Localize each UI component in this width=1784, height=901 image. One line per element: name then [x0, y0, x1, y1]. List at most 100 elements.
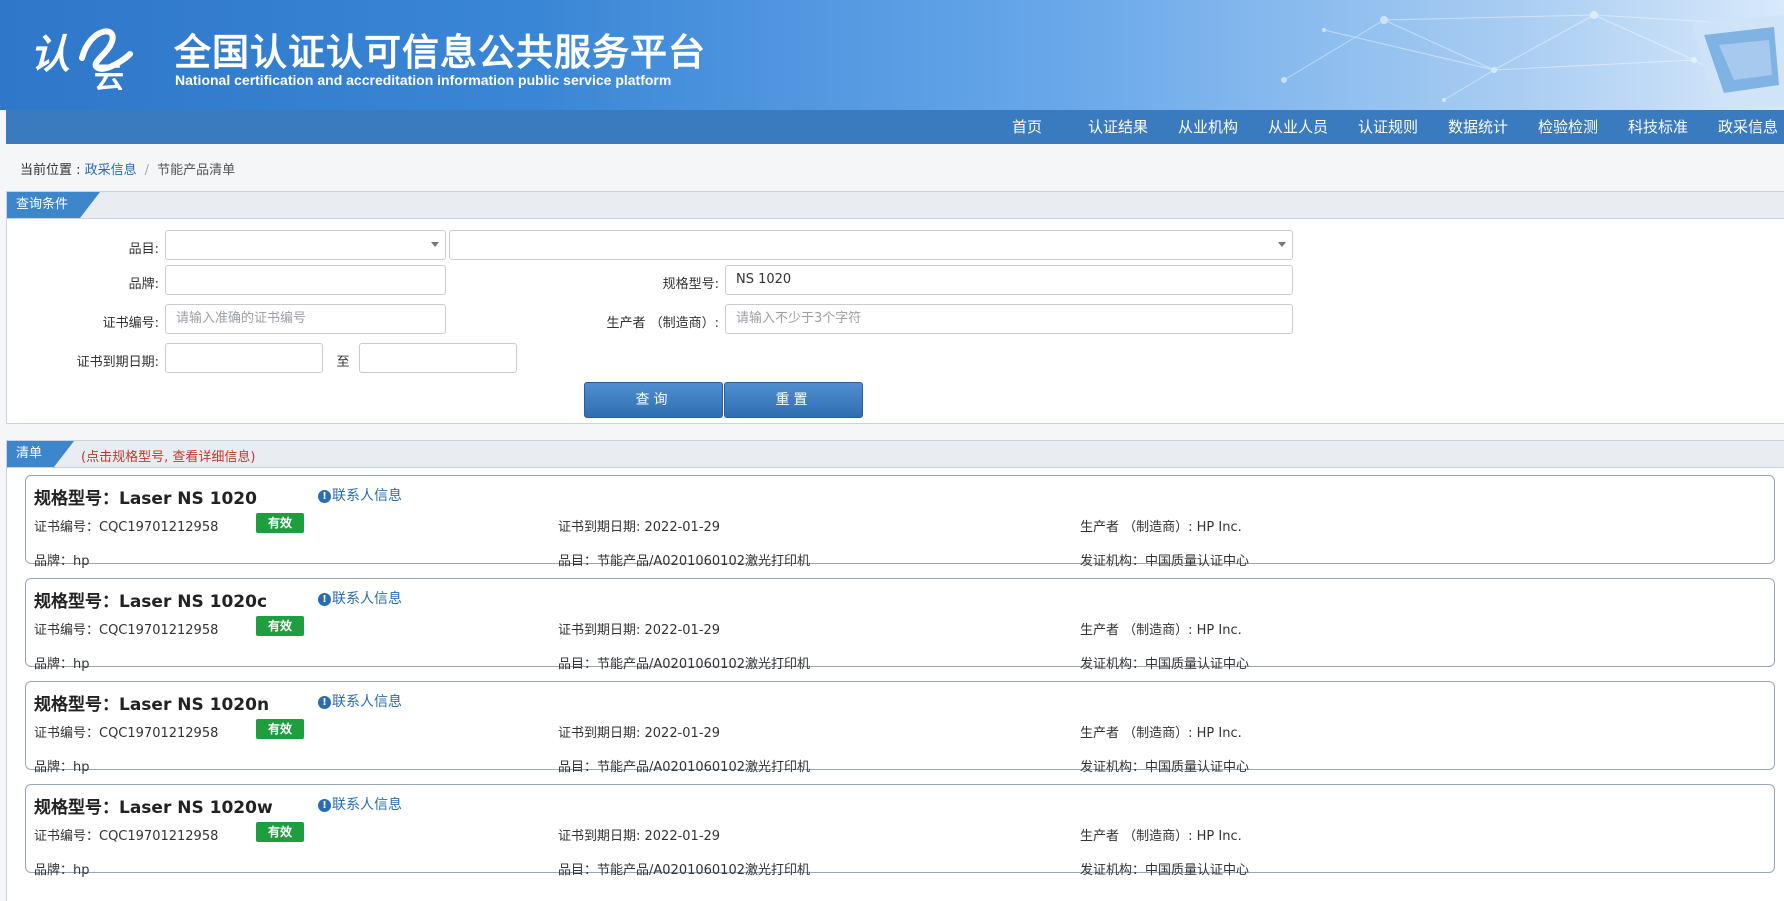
category: 品目：节能产品/A0201060102激光打印机 [558, 863, 810, 878]
search-button[interactable]: 查询 [584, 382, 723, 418]
tab-results[interactable]: 清单 [7, 441, 75, 467]
results-panel-header: 清单 (点击规格型号, 查看详细信息) [7, 441, 1784, 468]
expiry-to-input[interactable] [359, 343, 517, 373]
nav-item-institutions[interactable]: 从业机构 [1178, 110, 1238, 144]
expiry-date: 证书到期日期: 2022-01-29 [558, 520, 721, 535]
nav-item-cert-results[interactable]: 认证结果 [1088, 110, 1148, 144]
cert-no: 证书编号：CQC19701212958 [34, 520, 219, 535]
cert-no: 证书编号：CQC19701212958 [34, 623, 219, 638]
results-panel: 清单 (点击规格型号, 查看详细信息) 规格型号：Laser NS 1020 !… [6, 440, 1784, 901]
cert-no: 证书编号：CQC19701212958 [34, 829, 219, 844]
model-label: 规格型号: [662, 277, 719, 292]
expiry-date: 证书到期日期: 2022-01-29 [558, 829, 721, 844]
category: 品目：节能产品/A0201060102激光打印机 [558, 554, 810, 569]
model-title[interactable]: 规格型号：Laser NS 1020w [34, 793, 273, 818]
nav-item-cert-rules[interactable]: 认证规则 [1358, 110, 1418, 144]
expiry-label: 证书到期日期: [76, 355, 159, 370]
model-prefix: 规格型号： [34, 695, 119, 715]
svg-text:认: 认 [30, 32, 70, 78]
expiry-to-label: 至 [336, 355, 350, 370]
breadcrumb-current: 节能产品清单 [157, 163, 236, 178]
brand-input[interactable] [165, 265, 446, 295]
contact-info-link[interactable]: ! 联系人信息 [318, 588, 402, 608]
breadcrumb-link[interactable]: 政采信息 [85, 163, 137, 178]
svg-text:云: 云 [94, 61, 124, 90]
nav-item-procurement[interactable]: 政采信息 [1718, 110, 1778, 144]
maker: 生产者 （制造商）: HP Inc. [1080, 726, 1242, 741]
brand: 品牌：hp [34, 554, 90, 569]
model-value: Laser NS 1020w [119, 798, 273, 818]
category-label: 品目: [128, 242, 159, 257]
model-value: Laser NS 1020 [119, 489, 257, 509]
chevron-down-icon [1278, 242, 1286, 247]
list-item: 规格型号：Laser NS 1020n ! 联系人信息 证书编号：CQC19701… [25, 681, 1775, 775]
list-item: 规格型号：Laser NS 1020 ! 联系人信息 证书编号：CQC197012… [25, 475, 1775, 569]
maker: 生产者 （制造商）: HP Inc. [1080, 829, 1242, 844]
brand: 品牌：hp [34, 760, 90, 775]
model-prefix: 规格型号： [34, 798, 119, 818]
contact-info-label: 联系人信息 [332, 797, 402, 813]
model-prefix: 规格型号： [34, 592, 119, 612]
model-title[interactable]: 规格型号：Laser NS 1020 [34, 484, 257, 509]
status-badge: 有效 [256, 513, 304, 533]
cert-no: 证书编号：CQC19701212958 [34, 726, 219, 741]
brand: 品牌：hp [34, 657, 90, 672]
site-logo-icon: 认 云 [30, 28, 133, 90]
maker: 生产者 （制造商）: HP Inc. [1080, 520, 1242, 535]
expiry-date: 证书到期日期: 2022-01-29 [558, 623, 721, 638]
query-panel-header: 查询条件 [7, 192, 1784, 219]
model-title[interactable]: 规格型号：Laser NS 1020n [34, 690, 269, 715]
model-input[interactable]: NS 1020 [725, 265, 1293, 295]
breadcrumb: 当前位置 : 政采信息 / 节能产品清单 [20, 159, 235, 178]
nav-item-inspection[interactable]: 检验检测 [1538, 110, 1598, 144]
results-note: (点击规格型号, 查看详细信息) [81, 450, 256, 465]
brand: 品牌：hp [34, 863, 90, 878]
model-value: Laser NS 1020n [119, 695, 270, 715]
expiry-from-input[interactable] [165, 343, 323, 373]
model-value: Laser NS 1020c [119, 592, 268, 612]
maker-input[interactable]: 请输入不少于3个字符 [725, 304, 1293, 334]
status-badge: 有效 [256, 719, 304, 739]
contact-info-label: 联系人信息 [332, 694, 402, 710]
issuer: 发证机构：中国质量认证中心 [1080, 657, 1250, 672]
contact-info-link[interactable]: ! 联系人信息 [318, 485, 402, 505]
breadcrumb-prefix: 当前位置 : [20, 163, 81, 178]
site-subtitle: National certification and accreditation… [175, 72, 672, 88]
contact-info-link[interactable]: ! 联系人信息 [318, 691, 402, 711]
nav-item-home[interactable]: 首页 [1012, 110, 1042, 144]
info-icon: ! [318, 799, 331, 812]
subcategory-select[interactable] [449, 230, 1293, 260]
category-select[interactable] [165, 230, 446, 260]
info-icon: ! [318, 490, 331, 503]
breadcrumb-separator: / [144, 163, 150, 178]
list-item: 规格型号：Laser NS 1020w ! 联系人信息 证书编号：CQC19701… [25, 784, 1775, 878]
nav-item-statistics[interactable]: 数据统计 [1448, 110, 1508, 144]
nav-item-personnel[interactable]: 从业人员 [1268, 110, 1328, 144]
site-title: 全国认证认可信息公共服务平台 [174, 31, 706, 74]
main-nav: 首页 认证结果 从业机构 从业人员 认证规则 数据统计 检验检测 科技标准 政采… [6, 110, 1784, 144]
category: 品目：节能产品/A0201060102激光打印机 [558, 760, 810, 775]
maker-label: 生产者 （制造商）: [606, 316, 719, 331]
info-icon: ! [318, 696, 331, 709]
maker: 生产者 （制造商）: HP Inc. [1080, 623, 1242, 638]
status-badge: 有效 [256, 616, 304, 636]
list-item: 规格型号：Laser NS 1020c ! 联系人信息 证书编号：CQC19701… [25, 578, 1775, 672]
reset-button[interactable]: 重置 [724, 382, 863, 418]
tab-query[interactable]: 查询条件 [7, 192, 101, 218]
category: 品目：节能产品/A0201060102激光打印机 [558, 657, 810, 672]
contact-info-label: 联系人信息 [332, 488, 402, 504]
status-badge: 有效 [256, 822, 304, 842]
model-prefix: 规格型号： [34, 489, 119, 509]
expiry-date: 证书到期日期: 2022-01-29 [558, 726, 721, 741]
query-panel: 查询条件 品目: 品牌: 规格型号: NS 1020 证书编号: 请输入准确的证… [6, 191, 1784, 424]
banner-image-icon [1692, 15, 1784, 107]
info-icon: ! [318, 593, 331, 606]
nav-item-standards[interactable]: 科技标准 [1628, 110, 1688, 144]
model-title[interactable]: 规格型号：Laser NS 1020c [34, 587, 267, 612]
cert-no-label: 证书编号: [102, 316, 159, 331]
brand-label: 品牌: [128, 277, 159, 292]
issuer: 发证机构：中国质量认证中心 [1080, 760, 1250, 775]
cert-no-input[interactable]: 请输入准确的证书编号 [165, 304, 446, 334]
chevron-down-icon [431, 242, 439, 247]
contact-info-link[interactable]: ! 联系人信息 [318, 794, 402, 814]
